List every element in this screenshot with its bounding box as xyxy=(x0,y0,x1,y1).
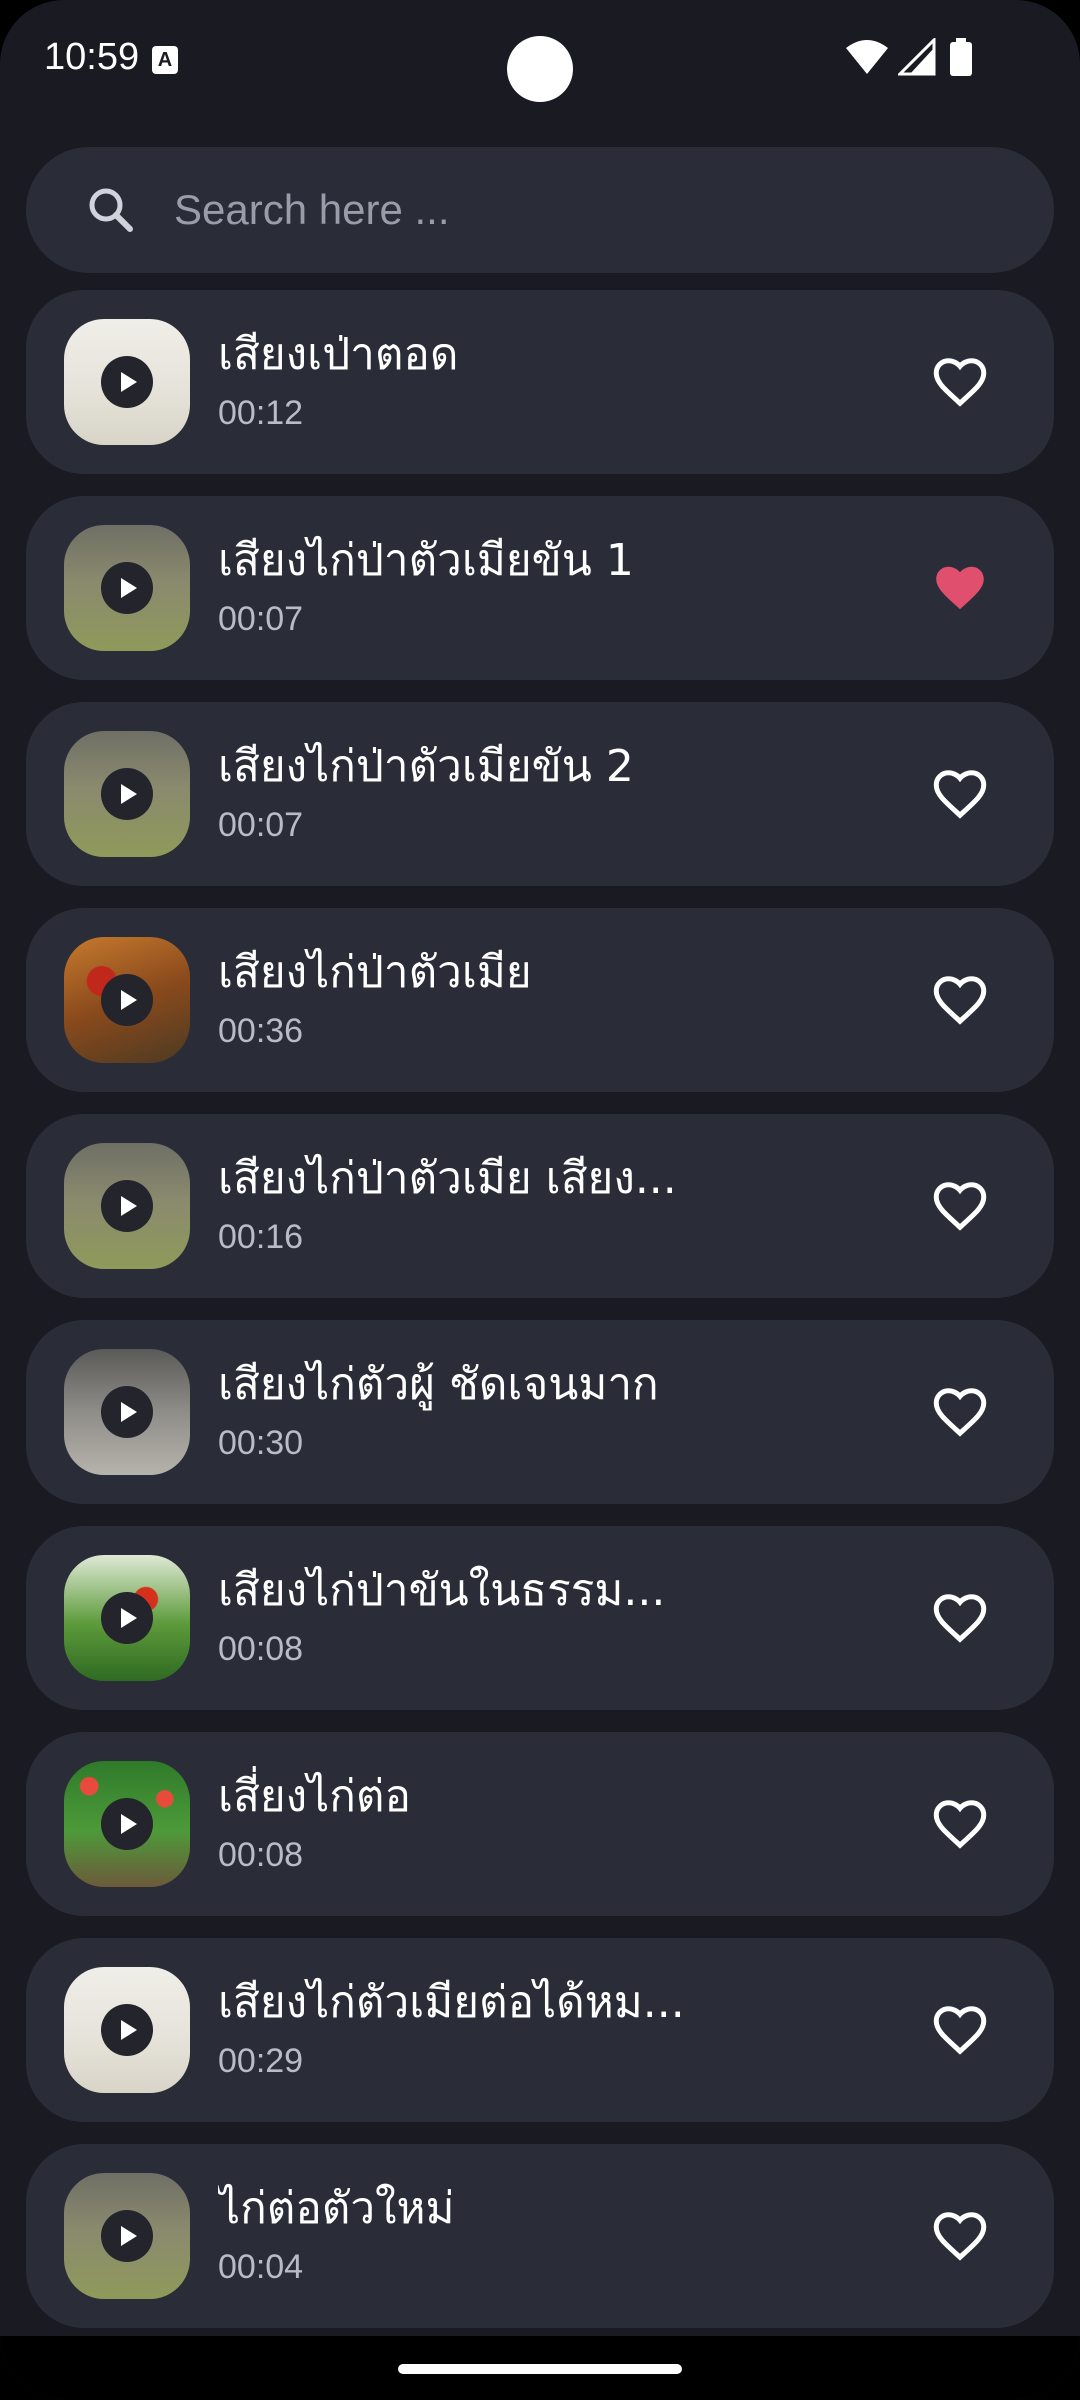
heart-outline-icon[interactable] xyxy=(930,1794,990,1854)
camera-cutout xyxy=(507,36,573,102)
heart-outline-icon[interactable] xyxy=(930,352,990,412)
heart-outline-icon[interactable] xyxy=(930,764,990,824)
sound-duration: 00:08 xyxy=(218,1630,304,1668)
sound-thumbnail[interactable] xyxy=(64,2173,190,2299)
sound-title: เสียงไก่ตัวผู้ ชัดเจนมาก xyxy=(218,1359,659,1410)
search-bar[interactable]: Search here ... xyxy=(26,147,1054,273)
play-icon[interactable] xyxy=(101,1180,153,1232)
screen: 10:59 A Search here ... เสียงเป่าตอด 00:1… xyxy=(0,0,1080,2400)
status-icons xyxy=(846,38,1036,78)
play-icon[interactable] xyxy=(101,1386,153,1438)
sound-list-item[interactable]: เสียงไก่ตัวผู้ ชัดเจนมาก 00:30 xyxy=(26,1320,1054,1504)
heart-outline-icon[interactable] xyxy=(930,1382,990,1442)
sound-duration: 00:04 xyxy=(218,2248,304,2286)
sound-title: เสียงไก่ป่าตัวเมียขัน 1 xyxy=(218,535,634,586)
wifi-icon xyxy=(846,40,888,74)
sound-duration: 00:29 xyxy=(218,2042,304,2080)
sound-duration: 00:12 xyxy=(218,394,304,432)
status-bar: 10:59 A xyxy=(0,0,1080,120)
sound-list-item[interactable]: เสียงไก่ป่าขันในธรรม... 00:08 xyxy=(26,1526,1054,1710)
sound-title: เสียงไก่ตัวเมียต่อได้หม... xyxy=(218,1977,685,2028)
sound-list: เสียงเป่าตอด 00:12 เสียงไก่ป่าตัวเมียขัน 1… xyxy=(26,290,1054,2350)
heart-outline-icon[interactable] xyxy=(930,1176,990,1236)
play-icon[interactable] xyxy=(101,562,153,614)
sound-list-item[interactable]: เสี่ยงไก่ต่อ 00:08 xyxy=(26,1732,1054,1916)
sound-title: เสียงไก่ป่าตัวเมียขัน 2 xyxy=(218,741,634,792)
sound-duration: 00:07 xyxy=(218,600,304,638)
sound-list-item[interactable]: เสียงไก่ป่าตัวเมียขัน 1 00:07 xyxy=(26,496,1054,680)
sound-thumbnail[interactable] xyxy=(64,1761,190,1887)
play-icon[interactable] xyxy=(101,974,153,1026)
sound-title: ไก่ต่อตัวใหม่ xyxy=(218,2183,455,2234)
sound-thumbnail[interactable] xyxy=(64,1143,190,1269)
search-icon xyxy=(89,188,133,232)
status-time: 10:59 xyxy=(44,36,140,78)
sound-duration: 00:07 xyxy=(218,806,304,844)
sound-title: เสี่ยงไก่ต่อ xyxy=(218,1771,411,1822)
heart-outline-icon[interactable] xyxy=(930,2206,990,2266)
sound-list-item[interactable]: ไก่ต่อตัวใหม่ 00:04 xyxy=(26,2144,1054,2328)
heart-outline-icon[interactable] xyxy=(930,1588,990,1648)
play-icon[interactable] xyxy=(101,1592,153,1644)
sound-title: เสียงเป่าตอด xyxy=(218,329,459,380)
play-icon[interactable] xyxy=(101,2004,153,2056)
sound-list-item[interactable]: เสียงไก่ป่าตัวเมีย 00:36 xyxy=(26,908,1054,1092)
sound-thumbnail[interactable] xyxy=(64,1967,190,2093)
heart-filled-icon[interactable] xyxy=(930,558,990,618)
search-input[interactable]: Search here ... xyxy=(174,183,449,237)
sound-duration: 00:16 xyxy=(218,1218,304,1256)
sound-duration: 00:08 xyxy=(218,1836,304,1874)
sound-duration: 00:36 xyxy=(218,1012,304,1050)
play-icon[interactable] xyxy=(101,356,153,408)
sound-thumbnail[interactable] xyxy=(64,731,190,857)
sound-duration: 00:30 xyxy=(218,1424,304,1462)
sound-list-item[interactable]: เสียงไก่ป่าตัวเมียขัน 2 00:07 xyxy=(26,702,1054,886)
heart-outline-icon[interactable] xyxy=(930,2000,990,2060)
sound-thumbnail[interactable] xyxy=(64,1555,190,1681)
sound-title: เสียงไก่ป่าตัวเมีย xyxy=(218,947,532,998)
battery-icon xyxy=(950,38,972,76)
notification-icon: A xyxy=(152,46,178,74)
sound-thumbnail[interactable] xyxy=(64,937,190,1063)
sound-title: เสียงไก่ป่าตัวเมีย เสียง... xyxy=(218,1153,677,1204)
play-icon[interactable] xyxy=(101,2210,153,2262)
sound-thumbnail[interactable] xyxy=(64,525,190,651)
sound-thumbnail[interactable] xyxy=(64,319,190,445)
signal-icon xyxy=(898,38,936,76)
play-icon[interactable] xyxy=(101,768,153,820)
home-indicator[interactable] xyxy=(398,2364,682,2374)
sound-list-item[interactable]: เสียงไก่ป่าตัวเมีย เสียง... 00:16 xyxy=(26,1114,1054,1298)
sound-thumbnail[interactable] xyxy=(64,1349,190,1475)
play-icon[interactable] xyxy=(101,1798,153,1850)
sound-title: เสียงไก่ป่าขันในธรรม... xyxy=(218,1565,666,1616)
sound-list-item[interactable]: เสียงไก่ตัวเมียต่อได้หม... 00:29 xyxy=(26,1938,1054,2122)
heart-outline-icon[interactable] xyxy=(930,970,990,1030)
sound-list-item[interactable]: เสียงเป่าตอด 00:12 xyxy=(26,290,1054,474)
